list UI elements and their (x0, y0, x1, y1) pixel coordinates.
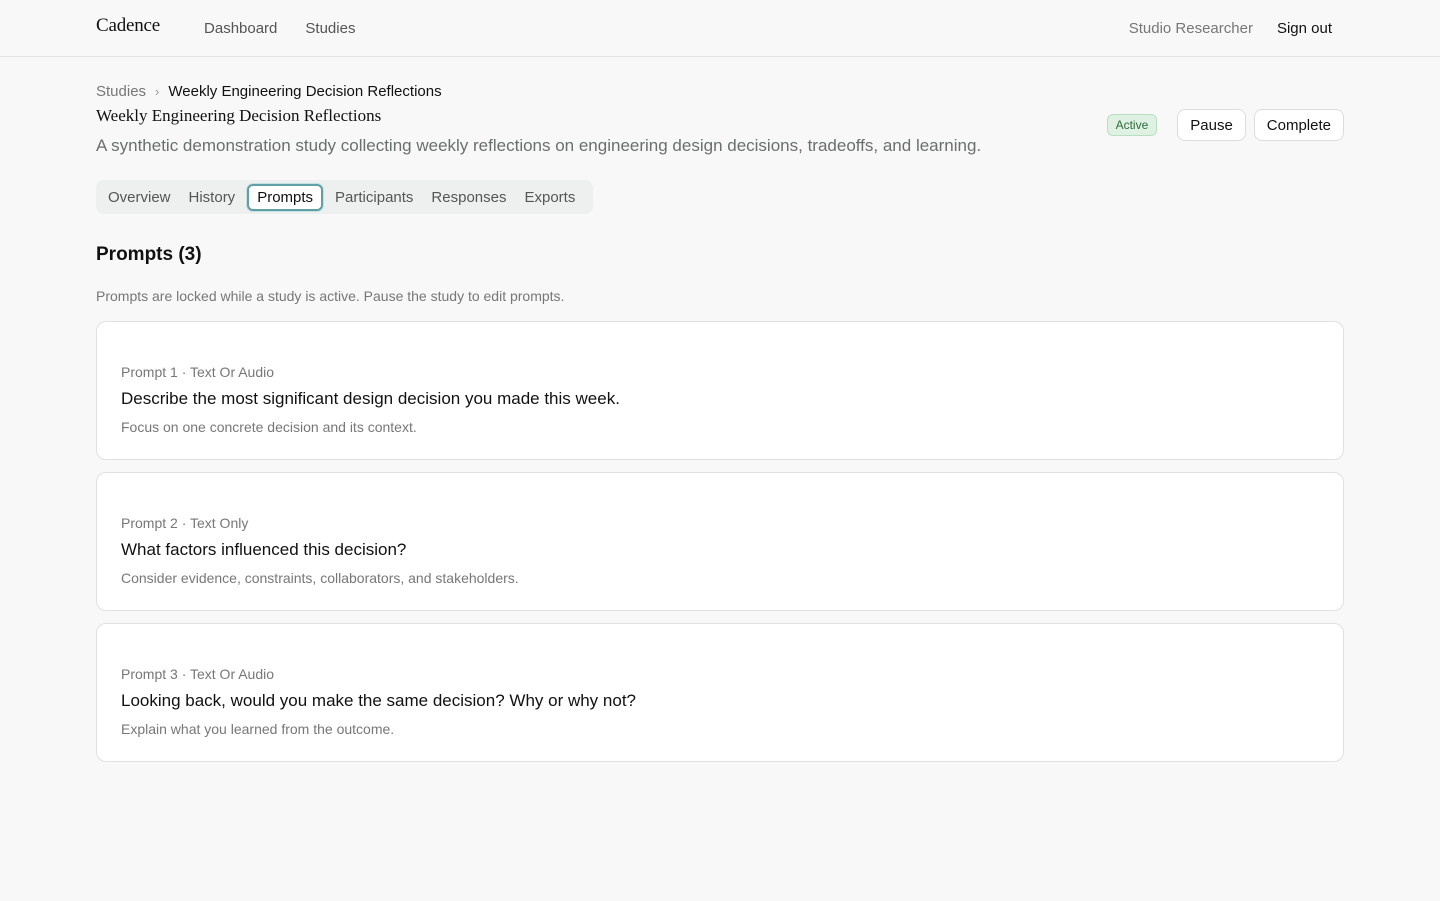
prompt-question: Describe the most significant design dec… (121, 389, 620, 408)
study-description: A synthetic demonstration study collecti… (96, 136, 982, 155)
prompt-card: Prompt 2 · Text Only What factors influe… (96, 472, 1344, 611)
sign-out-button[interactable]: Sign out (1277, 20, 1332, 37)
study-tabs: Overview History Prompts Participants Re… (96, 180, 594, 214)
chevron-right-icon: › (155, 83, 160, 99)
user-name: Studio Researcher (1128, 19, 1253, 37)
prompt-card: Prompt 3 · Text Or Audio Looking back, w… (96, 623, 1344, 762)
complete-button[interactable]: Complete (1253, 109, 1344, 141)
prompt-help: Focus on one concrete decision and its c… (121, 419, 417, 435)
tab-participants[interactable]: Participants (329, 185, 419, 210)
breadcrumb-studies[interactable]: Studies (96, 83, 146, 100)
status-badge: Active (1106, 114, 1158, 136)
pause-button[interactable]: Pause (1177, 109, 1246, 141)
section-title: Prompts (3) (96, 244, 202, 265)
tab-prompts[interactable]: Prompts (247, 183, 324, 211)
prompt-question: What factors influenced this decision? (121, 540, 407, 559)
study-header: Weekly Engineering Decision Reflections … (96, 106, 1344, 156)
prompt-help: Explain what you learned from the outcom… (121, 721, 395, 737)
user-menu: Studio Researcher Sign out (1129, 20, 1344, 37)
page-title: Weekly Engineering Decision Reflections (96, 106, 382, 125)
study-actions: Active Pause Complete (1106, 109, 1344, 141)
prompt-meta: Prompt 1 · Text Or Audio (121, 364, 275, 380)
top-bar: Cadence Dashboard Studies Studio Researc… (0, 0, 1440, 57)
prompt-meta: Prompt 2 · Text Only (121, 515, 249, 531)
locked-notice: Prompts are locked while a study is acti… (96, 288, 565, 304)
tab-responses[interactable]: Responses (425, 185, 512, 210)
tab-overview[interactable]: Overview (102, 185, 177, 210)
prompt-question: Looking back, would you make the same de… (121, 691, 636, 710)
breadcrumb: Studies › Weekly Engineering Decision Re… (96, 82, 1344, 100)
breadcrumb-current: Weekly Engineering Decision Reflections (168, 82, 442, 100)
prompt-help: Consider evidence, constraints, collabor… (121, 570, 519, 586)
prompt-list: Prompt 1 · Text Or Audio Describe the mo… (96, 321, 1344, 762)
tab-exports[interactable]: Exports (518, 185, 581, 210)
brand-logo[interactable]: Cadence (96, 15, 160, 37)
study-header-text: Weekly Engineering Decision Reflections … (96, 106, 1107, 156)
tab-history[interactable]: History (183, 185, 242, 210)
nav-dashboard[interactable]: Dashboard (204, 20, 277, 37)
main-content: Studies › Weekly Engineering Decision Re… (0, 82, 1440, 762)
prompt-meta: Prompt 3 · Text Or Audio (121, 666, 275, 682)
nav-studies[interactable]: Studies (305, 20, 355, 37)
prompt-card: Prompt 1 · Text Or Audio Describe the mo… (96, 321, 1344, 460)
